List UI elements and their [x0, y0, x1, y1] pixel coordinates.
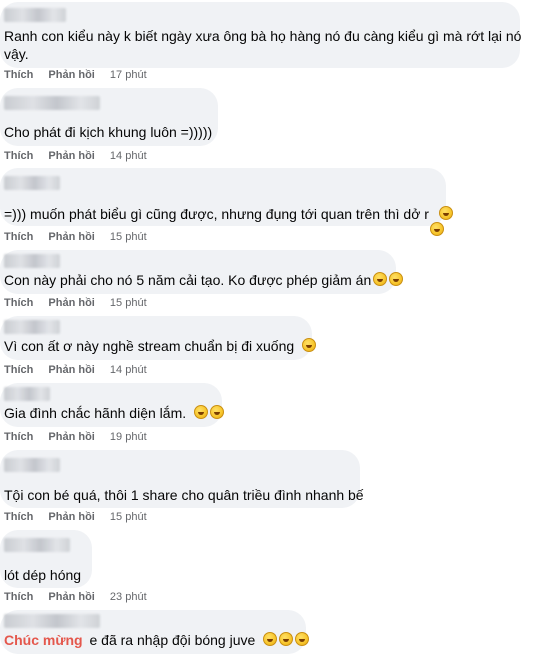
comment-bubble[interactable]: Con này phải cho nó 5 năm cải tạo. Ko đư…	[0, 250, 404, 294]
like-button[interactable]: Thích	[4, 297, 33, 309]
comment-text-line: =))) muốn phát biểu gì cũng được, nhưng …	[4, 204, 453, 224]
comment-time[interactable]: 15 phút	[110, 297, 147, 309]
rofl-emoji-icon	[194, 405, 209, 419]
comment-time[interactable]: 14 phút	[110, 150, 147, 162]
like-button[interactable]: Thích	[4, 69, 33, 81]
comment-actions: Thích Phản hồi 23 phút	[4, 590, 147, 604]
commenter-name-blurred[interactable]	[4, 458, 60, 472]
comment-text: e đã ra nhập đội bóng juve	[89, 632, 256, 648]
comment-time[interactable]: 15 phút	[110, 511, 147, 523]
commenter-name-blurred[interactable]	[4, 614, 100, 628]
comment-text: Vì con ất ơ này nghề stream chuẩn bị đi …	[4, 338, 295, 354]
laughing-emoji-icon	[389, 272, 404, 286]
laughing-emoji-icon	[295, 632, 310, 646]
comment-bubble[interactable]: lót dép hóng	[0, 530, 92, 588]
comment-actions: Thích Phản hồi 15 phút	[4, 230, 147, 244]
reply-button[interactable]: Phản hồi	[48, 231, 94, 243]
reply-button[interactable]: Phản hồi	[48, 511, 94, 523]
commenter-name-blurred[interactable]	[4, 96, 100, 110]
comment-actions: Thích Phản hồi 14 phút	[4, 363, 147, 377]
comment-actions: Thích Phản hồi 19 phút	[4, 430, 147, 444]
comment-bubble[interactable]: Tội con bé quá, thôi 1 share cho quân tr…	[0, 450, 364, 508]
commenter-name-blurred[interactable]	[4, 8, 66, 22]
reply-button[interactable]: Phản hồi	[48, 69, 94, 81]
comment-text-line: Gia đình chắc hãnh diện lắm.	[4, 403, 225, 423]
comment-time[interactable]: 17 phút	[110, 69, 147, 81]
like-button[interactable]: Thích	[4, 231, 33, 243]
comment-actions: Thích Phản hồi 17 phút	[4, 68, 147, 82]
like-button[interactable]: Thích	[4, 511, 33, 523]
comment-bubble[interactable]: Chúc mừng e đã ra nhập đội bóng juve	[0, 610, 310, 654]
reply-button[interactable]: Phản hồi	[48, 431, 94, 443]
laughing-emoji-icon	[302, 338, 317, 352]
comment-text: =))) muốn phát biểu gì cũng được, nhưng …	[4, 206, 429, 222]
comment-text-line: vậy.	[4, 46, 29, 62]
comment-bubble[interactable]: =))) muốn phát biểu gì cũng được, nhưng …	[0, 168, 453, 226]
reply-button[interactable]: Phản hồi	[48, 150, 94, 162]
laughing-emoji-icon	[430, 222, 444, 236]
like-button[interactable]: Thích	[4, 364, 33, 376]
comment-time[interactable]: 23 phút	[110, 591, 147, 603]
commenter-name-blurred[interactable]	[4, 254, 60, 268]
laughing-emoji-icon	[263, 632, 278, 646]
comment-bubble[interactable]: Ranh con kiểu này k biết ngày xưa ông bà…	[0, 2, 522, 68]
like-button[interactable]: Thích	[4, 591, 33, 603]
commenter-name-blurred[interactable]	[4, 320, 60, 334]
commenter-name-blurred[interactable]	[4, 538, 70, 552]
reply-button[interactable]: Phản hồi	[48, 591, 94, 603]
comment-text-line: Chúc mừng e đã ra nhập đội bóng juve	[4, 630, 310, 650]
commenter-name-blurred[interactable]	[4, 387, 50, 401]
comment-text-line: Tội con bé quá, thôi 1 share cho quân tr…	[4, 487, 364, 503]
comment-actions: Thích Phản hồi 14 phút	[4, 149, 147, 163]
comment-bubble[interactable]: Gia đình chắc hãnh diện lắm.	[0, 383, 225, 427]
comment-bubble[interactable]: Vì con ất ơ này nghề stream chuẩn bị đi …	[0, 316, 317, 360]
reply-button[interactable]: Phản hồi	[48, 297, 94, 309]
laughing-emoji-icon	[373, 272, 388, 286]
highlighted-text: Chúc mừng	[4, 632, 83, 648]
comment-text-line: Ranh con kiểu này k biết ngày xưa ông bà…	[4, 28, 522, 44]
comment-text-line: Vì con ất ơ này nghề stream chuẩn bị đi …	[4, 336, 317, 356]
comment-text-line: lót dép hóng	[4, 567, 82, 583]
laughing-emoji-icon	[438, 206, 453, 220]
comment-time[interactable]: 15 phút	[110, 231, 147, 243]
like-button[interactable]: Thích	[4, 431, 33, 443]
reply-button[interactable]: Phản hồi	[48, 364, 94, 376]
commenter-name-blurred[interactable]	[4, 176, 60, 190]
comment-text-line: Con này phải cho nó 5 năm cải tạo. Ko đư…	[4, 270, 404, 290]
comment-actions: Thích Phản hồi 15 phút	[4, 510, 147, 524]
comment-bubble[interactable]: Cho phát đi kịch khung luôn =)))))	[0, 88, 218, 146]
comment-text-line: Cho phát đi kịch khung luôn =)))))	[4, 124, 213, 140]
comment-text: Gia đình chắc hãnh diện lắm.	[4, 405, 187, 421]
rofl-emoji-icon	[210, 405, 225, 419]
like-button[interactable]: Thích	[4, 150, 33, 162]
comment-text: Con này phải cho nó 5 năm cải tạo. Ko đư…	[4, 272, 372, 288]
comment-time[interactable]: 19 phút	[110, 431, 147, 443]
comment-time[interactable]: 14 phút	[110, 364, 147, 376]
laughing-emoji-icon	[279, 632, 294, 646]
comment-actions: Thích Phản hồi 15 phút	[4, 296, 147, 310]
